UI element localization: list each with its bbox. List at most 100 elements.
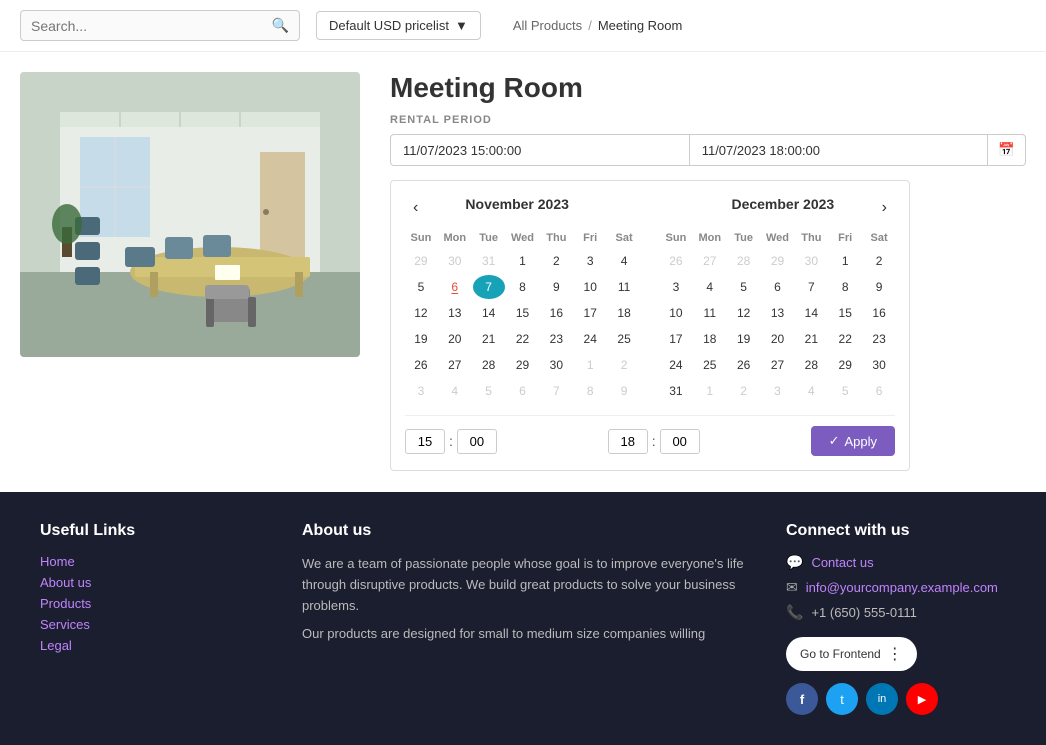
- cal-day[interactable]: 30: [540, 353, 572, 377]
- cal-day[interactable]: 17: [660, 327, 692, 351]
- cal-day[interactable]: 1: [694, 379, 726, 403]
- footer-link-legal[interactable]: Legal: [40, 638, 262, 653]
- cal-day[interactable]: 21: [473, 327, 505, 351]
- cal-day[interactable]: 25: [608, 327, 640, 351]
- cal-day[interactable]: 11: [694, 301, 726, 325]
- footer-link-products[interactable]: Products: [40, 596, 262, 611]
- cal-day[interactable]: 15: [507, 301, 539, 325]
- cal-day[interactable]: 9: [540, 275, 572, 299]
- cal-day[interactable]: 8: [507, 275, 539, 299]
- date-start-input[interactable]: [390, 134, 689, 166]
- cal-day[interactable]: 24: [574, 327, 606, 351]
- cal-day[interactable]: 26: [405, 353, 437, 377]
- cal-day[interactable]: 3: [762, 379, 794, 403]
- cal-day[interactable]: 4: [795, 379, 827, 403]
- search-box[interactable]: 🔍: [20, 10, 300, 41]
- cal-day[interactable]: 7: [540, 379, 572, 403]
- cal-day[interactable]: 26: [728, 353, 760, 377]
- cal-day[interactable]: 16: [540, 301, 572, 325]
- date-end-input[interactable]: [689, 134, 989, 166]
- cal-day[interactable]: 7: [795, 275, 827, 299]
- cal-day[interactable]: 19: [728, 327, 760, 351]
- cal-day[interactable]: 10: [574, 275, 606, 299]
- cal-day[interactable]: 23: [540, 327, 572, 351]
- calendar-next-button[interactable]: ›: [874, 195, 895, 221]
- cal-day[interactable]: 21: [795, 327, 827, 351]
- cal-day[interactable]: 5: [728, 275, 760, 299]
- cal-day[interactable]: 27: [694, 249, 726, 273]
- go-frontend-button[interactable]: Go to Frontend ⋮: [786, 637, 917, 671]
- cal-day[interactable]: 6: [507, 379, 539, 403]
- footer-link-about[interactable]: About us: [40, 575, 262, 590]
- email-link[interactable]: info@yourcompany.example.com: [806, 580, 998, 595]
- cal-day[interactable]: 23: [863, 327, 895, 351]
- cal-day[interactable]: 27: [439, 353, 471, 377]
- cal-day[interactable]: 8: [829, 275, 861, 299]
- linkedin-icon[interactable]: in: [866, 683, 898, 715]
- cal-day[interactable]: 22: [507, 327, 539, 351]
- twitter-icon[interactable]: t: [826, 683, 858, 715]
- cal-day[interactable]: 2: [540, 249, 572, 273]
- cal-day[interactable]: 14: [795, 301, 827, 325]
- cal-day[interactable]: 6: [762, 275, 794, 299]
- cal-day[interactable]: 6: [863, 379, 895, 403]
- cal-day[interactable]: 27: [762, 353, 794, 377]
- cal-day[interactable]: 9: [608, 379, 640, 403]
- cal-day[interactable]: 3: [405, 379, 437, 403]
- cal-day[interactable]: 5: [473, 379, 505, 403]
- cal-day[interactable]: 26: [660, 249, 692, 273]
- cal-day[interactable]: 1: [574, 353, 606, 377]
- cal-day[interactable]: 28: [473, 353, 505, 377]
- cal-day[interactable]: 5: [405, 275, 437, 299]
- cal-day[interactable]: 4: [608, 249, 640, 273]
- cal-day[interactable]: 29: [829, 353, 861, 377]
- cal-day[interactable]: 30: [439, 249, 471, 273]
- cal-day[interactable]: 1: [829, 249, 861, 273]
- cal-day[interactable]: 2: [728, 379, 760, 403]
- time-start-hours[interactable]: [405, 429, 445, 454]
- cal-day[interactable]: 20: [439, 327, 471, 351]
- cal-day[interactable]: 12: [728, 301, 760, 325]
- cal-day[interactable]: 15: [829, 301, 861, 325]
- footer-link-home[interactable]: Home: [40, 554, 262, 569]
- cal-day[interactable]: 18: [608, 301, 640, 325]
- cal-day[interactable]: 22: [829, 327, 861, 351]
- cal-day[interactable]: 24: [660, 353, 692, 377]
- cal-day[interactable]: 30: [795, 249, 827, 273]
- cal-day[interactable]: 5: [829, 379, 861, 403]
- cal-day[interactable]: 31: [473, 249, 505, 273]
- cal-day[interactable]: 1: [507, 249, 539, 273]
- search-input[interactable]: [31, 18, 272, 34]
- cal-day[interactable]: 14: [473, 301, 505, 325]
- cal-day[interactable]: 3: [660, 275, 692, 299]
- time-end-minutes[interactable]: [660, 429, 700, 454]
- youtube-icon[interactable]: ▶: [906, 683, 938, 715]
- cal-day[interactable]: 11: [608, 275, 640, 299]
- cal-day[interactable]: 2: [608, 353, 640, 377]
- cal-day[interactable]: 30: [863, 353, 895, 377]
- breadcrumb-all-products[interactable]: All Products: [513, 18, 582, 33]
- cal-day[interactable]: 29: [405, 249, 437, 273]
- cal-day[interactable]: 10: [660, 301, 692, 325]
- cal-day[interactable]: 31: [660, 379, 692, 403]
- cal-day[interactable]: 18: [694, 327, 726, 351]
- facebook-icon[interactable]: f: [786, 683, 818, 715]
- cal-day[interactable]: 29: [762, 249, 794, 273]
- cal-day[interactable]: 8: [574, 379, 606, 403]
- cal-day[interactable]: 25: [694, 353, 726, 377]
- cal-day[interactable]: 12: [405, 301, 437, 325]
- cal-day[interactable]: 3: [574, 249, 606, 273]
- cal-day[interactable]: 4: [694, 275, 726, 299]
- footer-link-services[interactable]: Services: [40, 617, 262, 632]
- cal-day[interactable]: 29: [507, 353, 539, 377]
- cal-day[interactable]: 28: [795, 353, 827, 377]
- time-end-hours[interactable]: [608, 429, 648, 454]
- cal-day[interactable]: 16: [863, 301, 895, 325]
- cal-day[interactable]: 9: [863, 275, 895, 299]
- contact-link[interactable]: Contact us: [811, 555, 873, 570]
- cal-day[interactable]: 20: [762, 327, 794, 351]
- calendar-toggle-button[interactable]: 📅: [988, 134, 1026, 166]
- calendar-prev-button[interactable]: ‹: [405, 195, 426, 221]
- cal-day[interactable]: 28: [728, 249, 760, 273]
- apply-button[interactable]: ✓ Apply: [811, 426, 895, 456]
